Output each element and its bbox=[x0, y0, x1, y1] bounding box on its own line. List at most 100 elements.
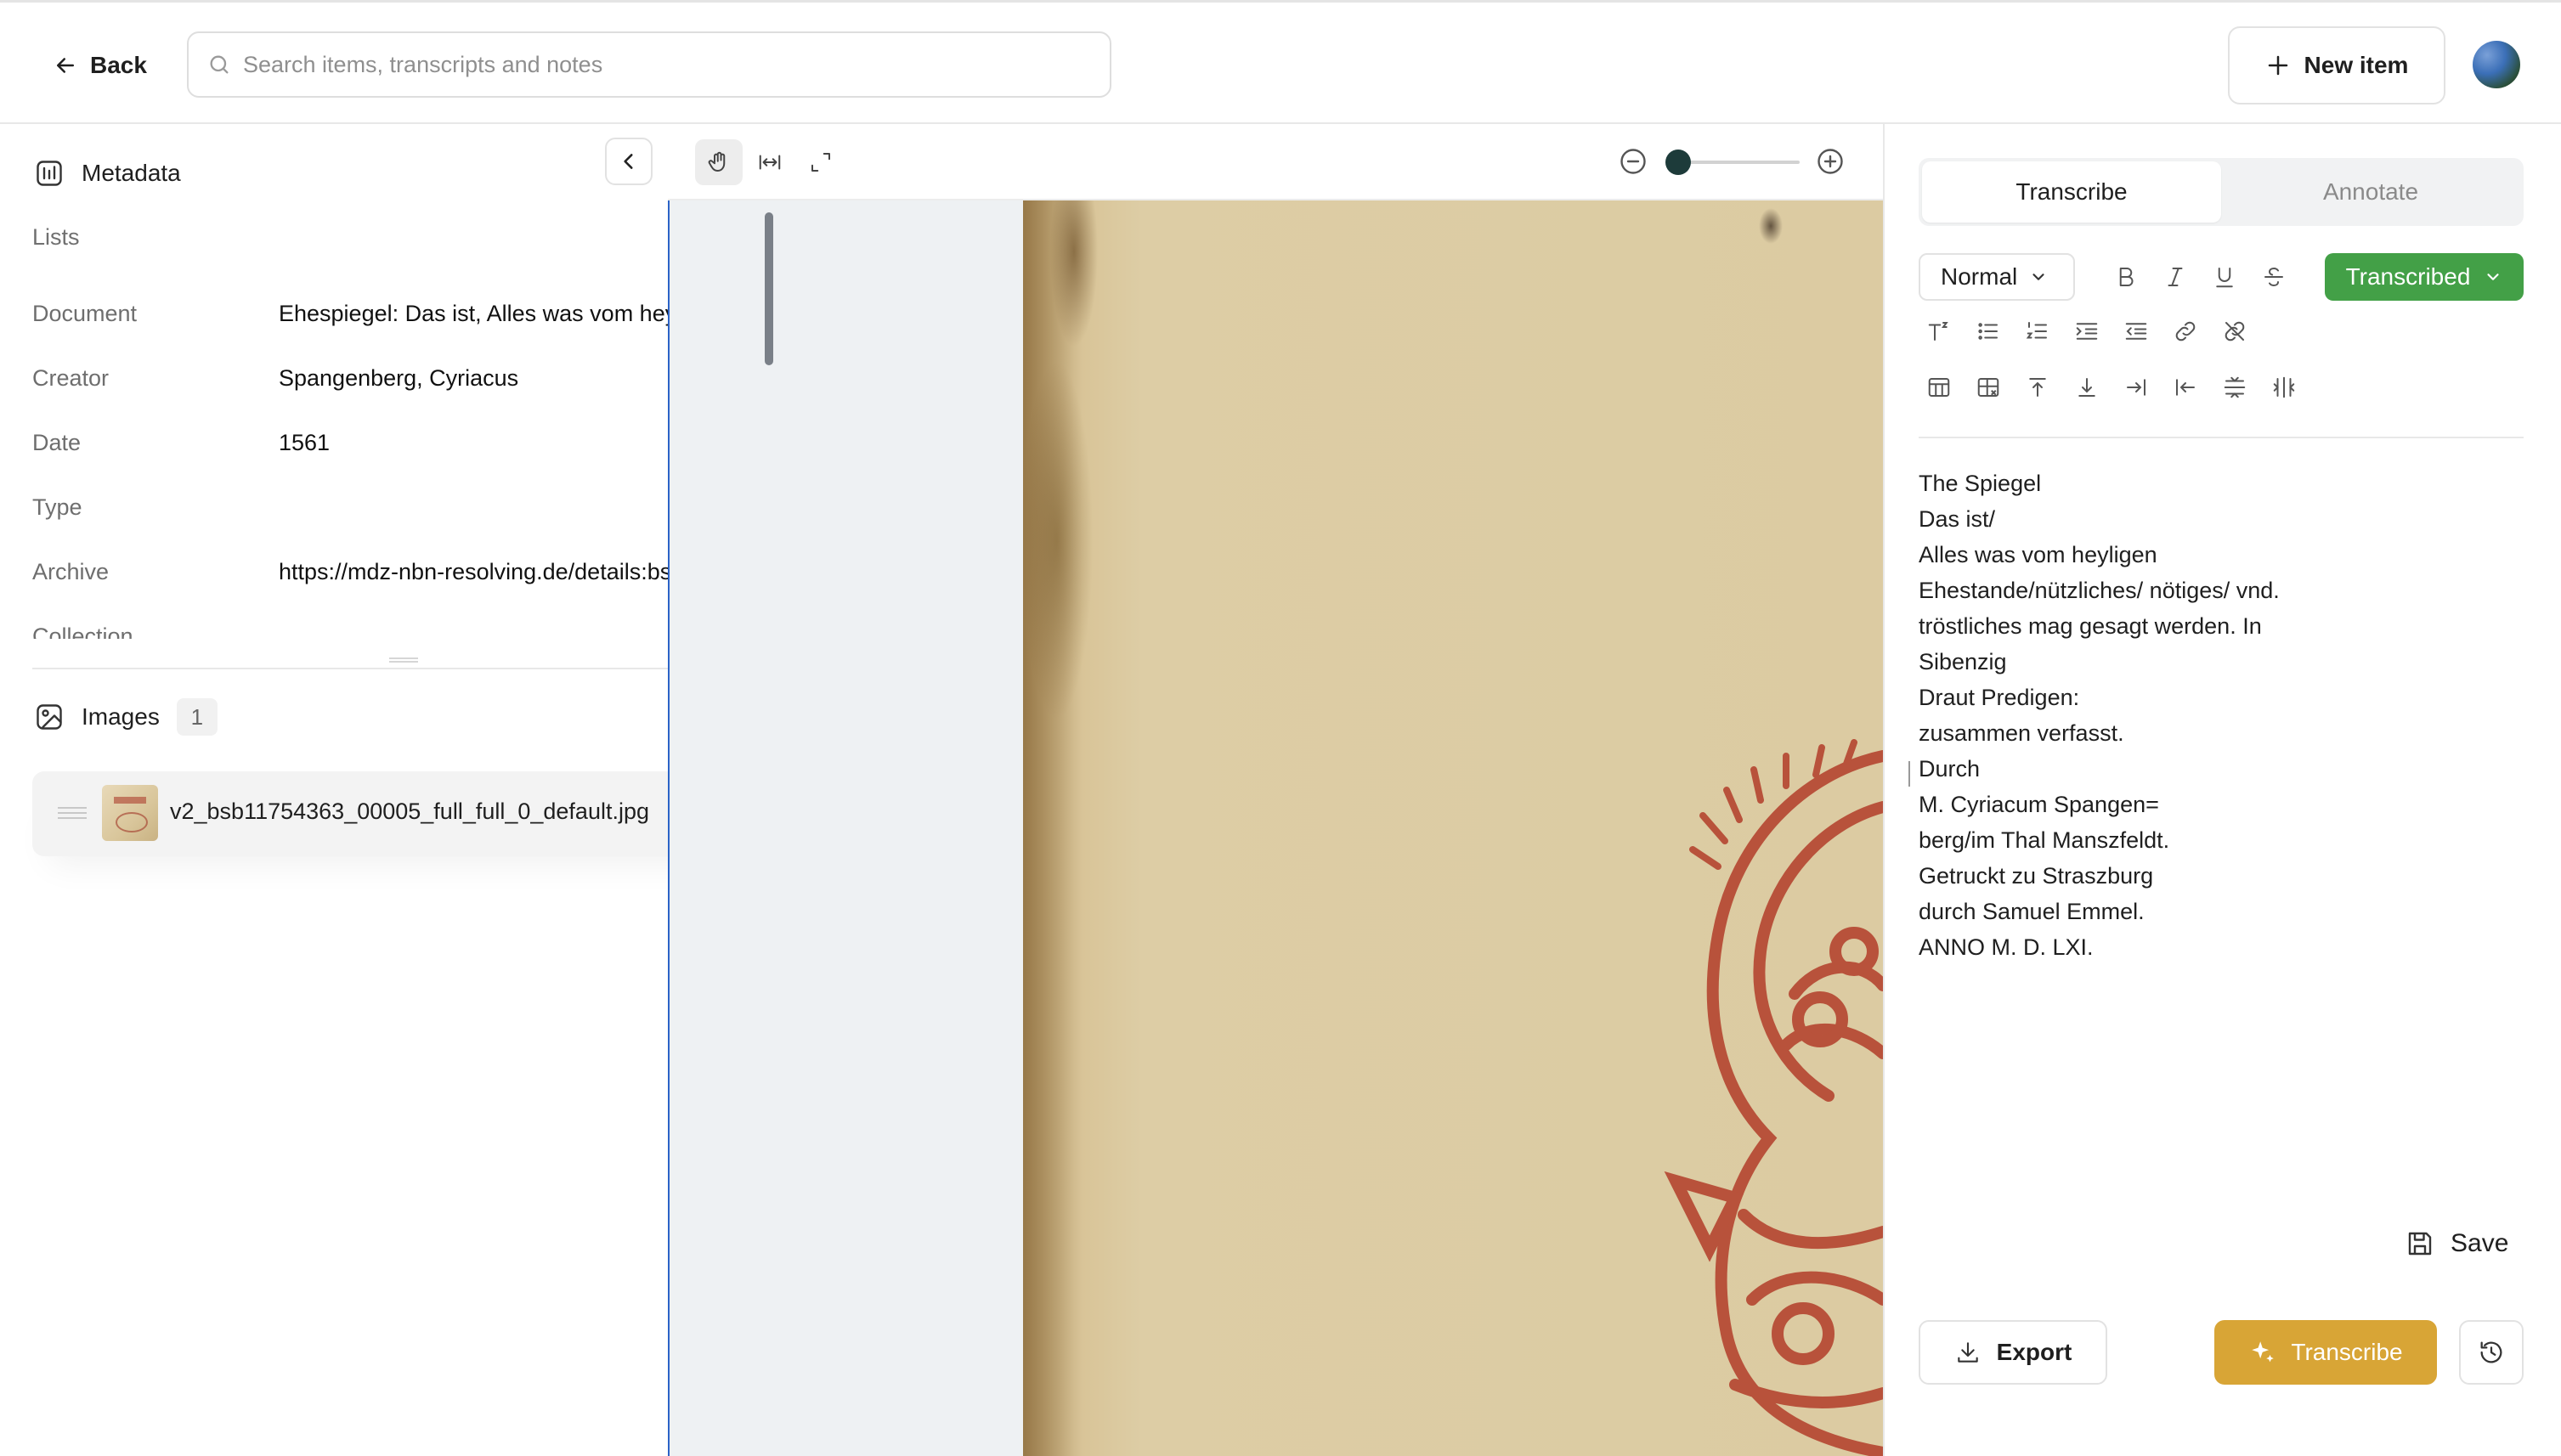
transcript-line: tröstliches mag gesagt werden. In bbox=[1919, 613, 2262, 639]
transcript-editor[interactable]: The Spiegel Das ist/ Alles was vom heyli… bbox=[1908, 466, 2524, 965]
delete-table-button[interactable] bbox=[1971, 370, 2005, 404]
insert-table-button[interactable] bbox=[1922, 370, 1956, 404]
row-below-button[interactable] bbox=[2070, 370, 2104, 404]
transcript-line: M. Cyriacum Spangen= bbox=[1919, 792, 2159, 817]
zoom-in-icon[interactable] bbox=[1815, 146, 1846, 177]
superscript-icon bbox=[1928, 322, 1948, 341]
delete-column-button[interactable] bbox=[2267, 370, 2301, 404]
chevron-down-icon bbox=[2487, 274, 2499, 280]
indent-button[interactable] bbox=[2070, 314, 2104, 348]
zoom-out-icon[interactable] bbox=[1618, 146, 1648, 177]
chevron-left-icon bbox=[624, 154, 633, 169]
ornament-illustration bbox=[1664, 739, 1883, 1456]
tab-transcribe[interactable]: Transcribe bbox=[1922, 161, 2221, 223]
text-caret bbox=[1908, 761, 1910, 787]
transcript-line: Draut Predigen: bbox=[1919, 685, 2080, 710]
page-edge bbox=[1023, 200, 1083, 1456]
lists-label[interactable]: Lists bbox=[32, 224, 80, 251]
link-button[interactable] bbox=[2168, 314, 2202, 348]
text-style-select[interactable]: Normal bbox=[1919, 253, 2075, 301]
delete-row-button[interactable] bbox=[2218, 370, 2252, 404]
image-filename: v2_bsb11754363_00005_full_full_0_default… bbox=[170, 799, 649, 824]
images-count-badge: 1 bbox=[176, 698, 218, 736]
metadata-row-archive[interactable]: Archive https://mdz-nbn-resolving.de/det… bbox=[0, 544, 668, 608]
search-box[interactable] bbox=[187, 31, 1111, 98]
save-button[interactable]: Save bbox=[2405, 1228, 2508, 1259]
outdent-button[interactable] bbox=[2119, 314, 2153, 348]
column-left-button[interactable] bbox=[2168, 370, 2202, 404]
collapse-panel-button[interactable] bbox=[605, 138, 653, 185]
delete-column-icon bbox=[2273, 376, 2295, 398]
transcribe-button[interactable]: Transcribe bbox=[2214, 1320, 2437, 1385]
mode-tabs: Transcribe Annotate bbox=[1919, 158, 2524, 226]
chevron-down-icon bbox=[2032, 274, 2044, 280]
zoom-slider-thumb[interactable] bbox=[1665, 150, 1691, 175]
metadata-row-type[interactable]: Type bbox=[0, 479, 668, 544]
italic-button[interactable] bbox=[2158, 260, 2192, 294]
metadata-row-date[interactable]: Date 1561 bbox=[0, 415, 668, 479]
delete-row-icon bbox=[2224, 376, 2246, 398]
column-right-button[interactable] bbox=[2119, 370, 2153, 404]
bold-button[interactable] bbox=[2109, 260, 2143, 294]
metadata-value: Ehespiegel: Das ist, Alles was vom heyli… bbox=[279, 301, 668, 326]
back-label: Back bbox=[90, 52, 147, 78]
resize-handle[interactable] bbox=[389, 657, 418, 663]
metadata-icon bbox=[37, 161, 62, 186]
fit-width-icon bbox=[759, 155, 781, 170]
transcript-line: Alles was vom heyligen bbox=[1919, 542, 2157, 567]
image-list-item[interactable]: v2_bsb11754363_00005_full_full_0_default… bbox=[32, 771, 772, 856]
new-item-button[interactable]: New item bbox=[2228, 26, 2445, 104]
arrow-right-bar-icon bbox=[2127, 379, 2145, 396]
italic-icon bbox=[2168, 268, 2183, 286]
editor-divider bbox=[1919, 437, 2524, 438]
underline-button[interactable] bbox=[2208, 260, 2242, 294]
save-icon bbox=[2408, 1232, 2432, 1256]
download-icon bbox=[1957, 1342, 1978, 1363]
unlink-button[interactable] bbox=[2218, 314, 2252, 348]
superscript-button[interactable] bbox=[1922, 314, 1956, 348]
fullscreen-button[interactable] bbox=[797, 139, 845, 185]
history-button[interactable] bbox=[2459, 1320, 2524, 1385]
transcript-line: berg/im Thal Manszfeldt. bbox=[1919, 827, 2170, 853]
metadata-key: Document bbox=[32, 301, 138, 326]
metadata-row-document[interactable]: Document Ehespiegel: Das ist, Alles was … bbox=[0, 285, 668, 350]
export-label: Export bbox=[1996, 1339, 2072, 1365]
metadata-key: Creator bbox=[32, 365, 110, 391]
metadata-row-collection[interactable]: Collection bbox=[0, 608, 668, 639]
bullet-list-icon bbox=[1978, 323, 1998, 340]
status-value: Transcribed bbox=[2345, 263, 2471, 290]
left-panel: Metadata Lists Document Ehespiegel: Das … bbox=[0, 124, 772, 1456]
bold-icon bbox=[2119, 268, 2134, 286]
metadata-row-creator[interactable]: Creator Spangenberg, Cyriacus bbox=[0, 350, 668, 415]
fit-width-button[interactable] bbox=[746, 139, 794, 185]
avatar[interactable] bbox=[2473, 41, 2520, 88]
row-above-button[interactable] bbox=[2021, 370, 2055, 404]
images-header: Images 1 bbox=[34, 698, 218, 736]
tab-annotate[interactable]: Annotate bbox=[2221, 161, 2520, 223]
bullet-list-button[interactable] bbox=[1971, 314, 2005, 348]
transcript-line: Ehestande/nützliches/ nötiges/ vnd. bbox=[1919, 578, 2280, 603]
back-button[interactable]: Back bbox=[53, 47, 147, 84]
numbered-list-button[interactable] bbox=[2021, 314, 2055, 348]
pan-tool-button[interactable] bbox=[695, 139, 743, 185]
zoom-slider-track[interactable] bbox=[1676, 161, 1800, 164]
status-select[interactable]: Transcribed bbox=[2325, 253, 2524, 301]
save-label: Save bbox=[2451, 1229, 2509, 1257]
text-style-value: Normal bbox=[1941, 263, 2018, 290]
new-item-label: New item bbox=[2304, 52, 2409, 78]
drag-handle-icon[interactable] bbox=[58, 807, 87, 819]
viewer-toolbar bbox=[668, 124, 1883, 200]
viewer-scrollbar[interactable] bbox=[765, 212, 773, 365]
export-button[interactable]: Export bbox=[1919, 1320, 2107, 1385]
metadata-title: Metadata bbox=[82, 160, 181, 186]
numbered-list-icon bbox=[2026, 322, 2047, 339]
strikethrough-button[interactable] bbox=[2257, 260, 2291, 294]
metadata-key: Type bbox=[32, 494, 82, 520]
arrow-left-bar-icon bbox=[2176, 379, 2195, 396]
metadata-table: Document Ehespiegel: Das ist, Alles was … bbox=[0, 285, 668, 753]
transcript-line: durch Samuel Emmel. bbox=[1919, 899, 2145, 924]
metadata-key: Collection bbox=[32, 624, 133, 639]
search-input[interactable] bbox=[243, 51, 1059, 78]
metadata-value: https://mdz-nbn-resolving.de/details:bsb… bbox=[279, 559, 668, 584]
search-icon bbox=[210, 55, 229, 74]
